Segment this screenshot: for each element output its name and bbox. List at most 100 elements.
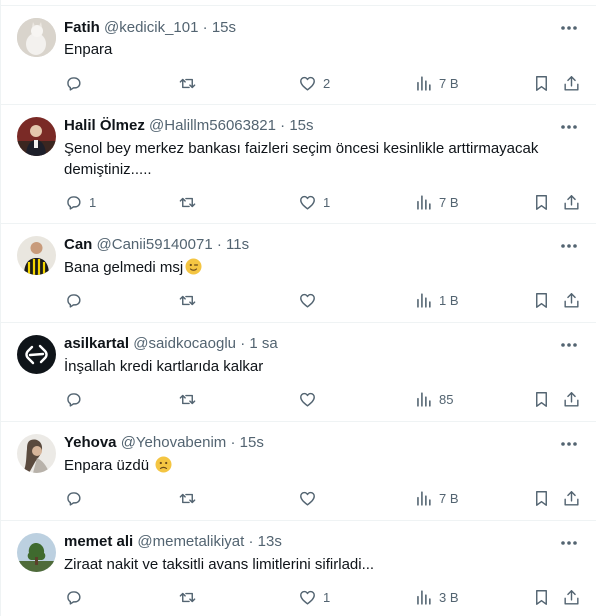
tweet-header: Can @Canii59140071 · 11s: [64, 235, 249, 255]
reply-button[interactable]: [64, 585, 89, 609]
retweet-button[interactable]: [178, 387, 197, 411]
share-button[interactable]: [562, 387, 581, 411]
timestamp[interactable]: 15s: [289, 117, 313, 134]
share-button[interactable]: [562, 190, 581, 214]
author-handle[interactable]: @Canii59140071: [97, 236, 213, 253]
timestamp[interactable]: 13s: [258, 533, 282, 550]
separator-dot: ·: [202, 19, 208, 36]
share-button[interactable]: [562, 71, 581, 95]
retweet-button[interactable]: [178, 190, 197, 214]
avatar[interactable]: [17, 18, 56, 57]
views-icon: [417, 490, 431, 506]
more-icon[interactable]: [558, 533, 580, 553]
author-name[interactable]: asilkartal: [64, 335, 129, 352]
like-count: 1: [323, 194, 331, 210]
views-button[interactable]: 3 B: [414, 585, 459, 609]
bookmark-icon: [536, 391, 547, 407]
more-icon[interactable]: [558, 335, 580, 355]
author-name[interactable]: Yehova: [64, 434, 117, 451]
reply-button[interactable]: [64, 71, 89, 95]
retweet-button[interactable]: [178, 585, 197, 609]
tweet-text: Enpara üzdü: [64, 455, 564, 476]
tweet[interactable]: Fatih @kedicik_101 · 15s Enpara 2 7 B: [0, 6, 596, 105]
more-icon[interactable]: [558, 117, 580, 137]
author-handle[interactable]: @Halillm56063821: [149, 117, 276, 134]
share-button[interactable]: [562, 486, 581, 510]
avatar[interactable]: [17, 236, 56, 275]
like-button[interactable]: [298, 288, 323, 312]
avatar[interactable]: [17, 117, 56, 156]
like-button[interactable]: 2: [298, 71, 330, 95]
like-icon: [300, 293, 315, 308]
share-icon: [564, 490, 579, 506]
tweet-header: Halil Ölmez @Halillm56063821 · 15s: [64, 116, 314, 136]
reply-button[interactable]: [64, 387, 89, 411]
share-button[interactable]: [562, 585, 581, 609]
bookmark-button[interactable]: [532, 387, 551, 411]
left-border: [0, 0, 1, 616]
views-button[interactable]: 7 B: [414, 486, 459, 510]
author-name[interactable]: Can: [64, 236, 92, 253]
author-handle[interactable]: @memetalikiyat: [137, 533, 244, 550]
views-count: 7 B: [439, 75, 459, 91]
separator-dot: ·: [248, 533, 254, 550]
reply-button[interactable]: [64, 486, 89, 510]
retweet-button[interactable]: [178, 288, 197, 312]
tweet[interactable]: Can @Canii59140071 · 11s Bana gelmedi ms…: [0, 224, 596, 323]
author-handle[interactable]: @Yehovabenim: [121, 434, 227, 451]
timestamp[interactable]: 15s: [212, 19, 236, 36]
author-handle[interactable]: @saidkocaoglu: [133, 335, 236, 352]
views-button[interactable]: 7 B: [414, 71, 459, 95]
share-icon: [564, 589, 579, 605]
tweet-text: Şenol bey merkez bankası faizleri seçim …: [64, 140, 539, 178]
retweet-button[interactable]: [178, 71, 197, 95]
tweet-header: asilkartal @saidkocaoglu · 1 sa: [64, 334, 278, 354]
tweet[interactable]: Halil Ölmez @Halillm56063821 · 15s Şenol…: [0, 105, 596, 224]
bookmark-button[interactable]: [532, 71, 551, 95]
author-handle[interactable]: @kedicik_101: [104, 19, 198, 36]
more-icon[interactable]: [558, 18, 580, 38]
views-icon: [417, 589, 431, 605]
reply-icon: [67, 590, 81, 605]
bookmark-button[interactable]: [532, 190, 551, 214]
tweet[interactable]: Yehova @Yehovabenim · 15s Enpara üzdü 7 …: [0, 422, 596, 521]
like-button[interactable]: [298, 387, 323, 411]
tweet[interactable]: asilkartal @saidkocaoglu · 1 sa İnşallah…: [0, 323, 596, 422]
views-button[interactable]: 7 B: [414, 190, 459, 214]
reply-button[interactable]: 1: [64, 190, 96, 214]
author-name[interactable]: Fatih: [64, 19, 100, 36]
views-button[interactable]: 85: [414, 387, 453, 411]
like-button[interactable]: 1: [298, 585, 330, 609]
more-icon[interactable]: [558, 236, 580, 256]
like-count: 1: [323, 589, 331, 605]
views-button[interactable]: 1 B: [414, 288, 459, 312]
reply-icon: [67, 392, 81, 407]
timestamp[interactable]: 15s: [240, 434, 264, 451]
avatar[interactable]: [17, 335, 56, 374]
tweet-text: Enpara: [64, 41, 113, 58]
action-bar: 85: [64, 387, 584, 411]
views-icon: [417, 391, 431, 407]
reply-button[interactable]: [64, 288, 89, 312]
author-name[interactable]: memet ali: [64, 533, 133, 550]
author-name[interactable]: Halil Ölmez: [64, 117, 145, 134]
more-icon[interactable]: [558, 434, 580, 454]
like-button[interactable]: 1: [298, 190, 330, 214]
retweet-button[interactable]: [178, 486, 197, 510]
timestamp[interactable]: 1 sa: [249, 335, 277, 352]
like-icon: [300, 491, 315, 506]
reply-count: 1: [89, 194, 97, 210]
share-button[interactable]: [562, 288, 581, 312]
bookmark-button[interactable]: [532, 585, 551, 609]
bookmark-icon: [536, 490, 547, 506]
tweet[interactable]: memet ali @memetalikiyat · 13s Ziraat na…: [0, 521, 596, 616]
action-bar: 1 3 B: [64, 585, 584, 609]
timestamp[interactable]: 11s: [226, 236, 249, 253]
separator-dot: ·: [280, 117, 286, 134]
avatar[interactable]: [17, 533, 56, 572]
avatar[interactable]: [17, 434, 56, 473]
bookmark-button[interactable]: [532, 486, 551, 510]
like-button[interactable]: [298, 486, 323, 510]
tweet-header: Yehova @Yehovabenim · 15s: [64, 433, 264, 453]
bookmark-button[interactable]: [532, 288, 551, 312]
